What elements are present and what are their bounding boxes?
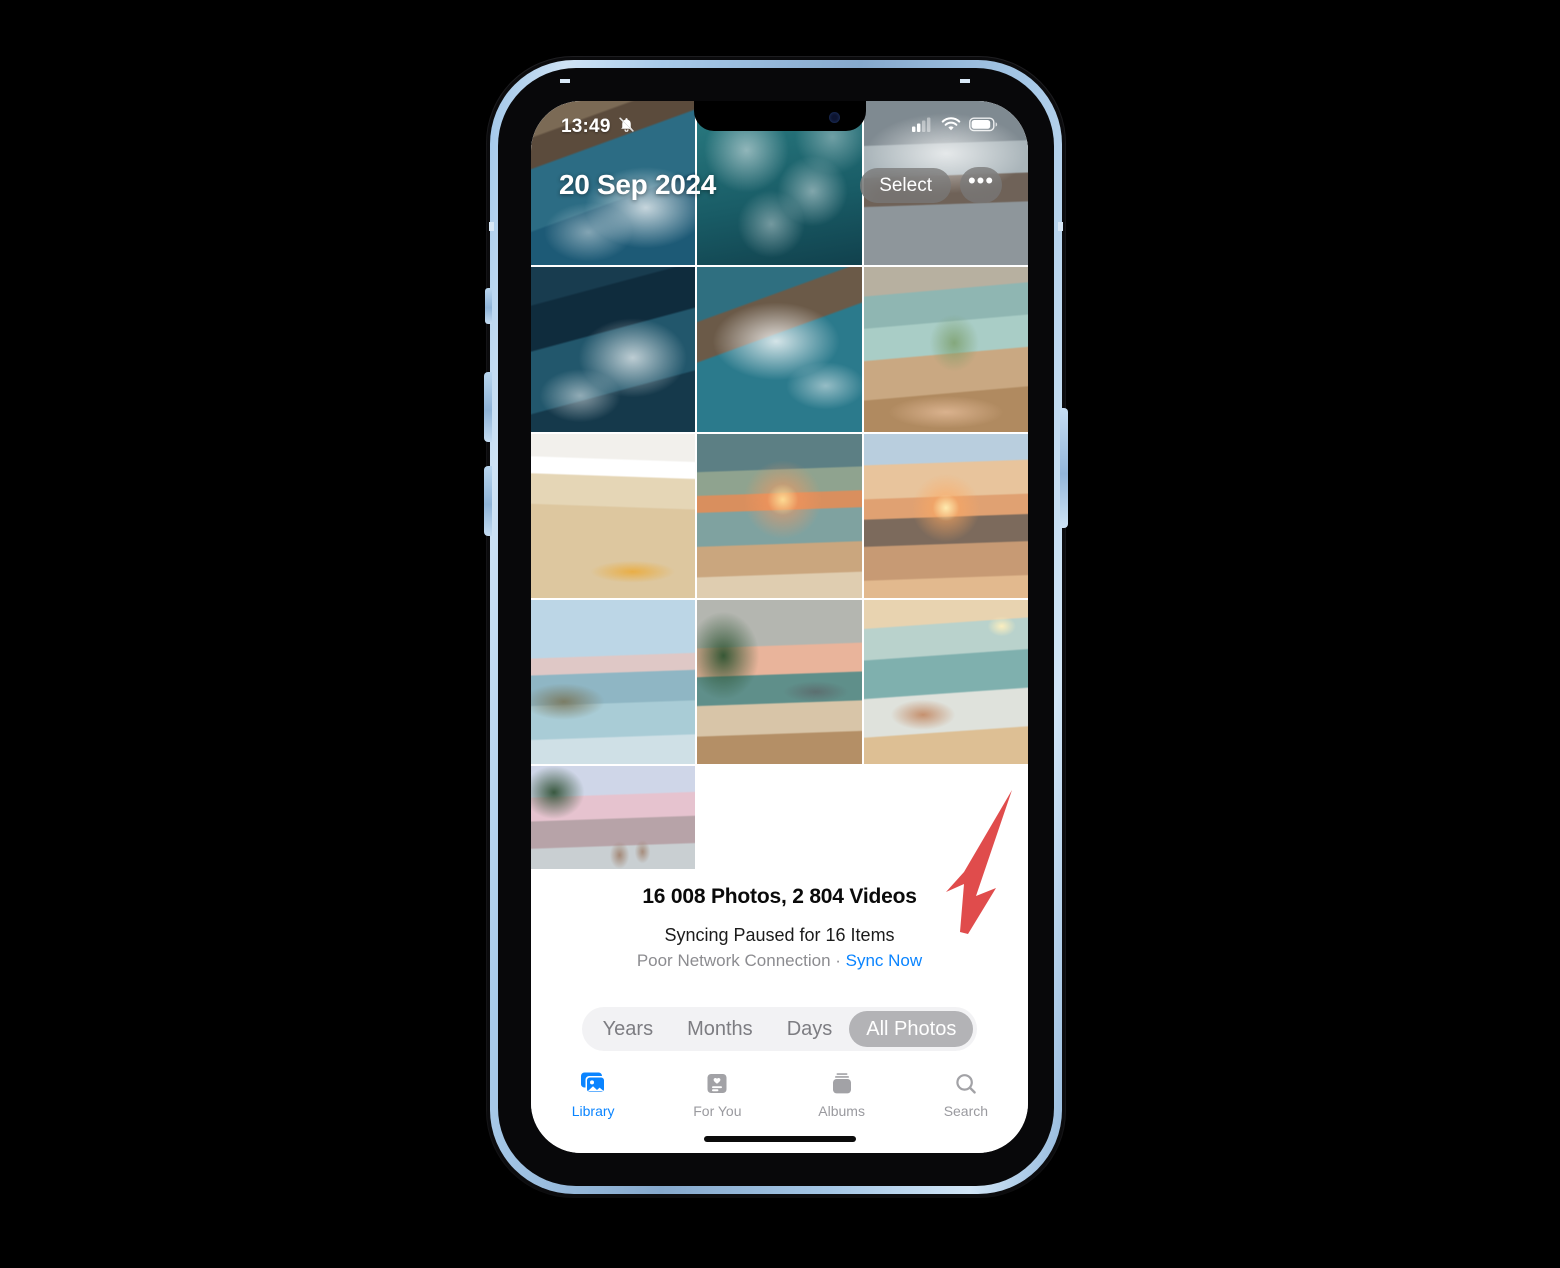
photo-grid <box>531 101 1028 869</box>
photo-thumbnail-image <box>531 599 696 765</box>
photo-thumbnail[interactable] <box>697 433 862 598</box>
photo-stack-icon <box>578 1071 608 1097</box>
photo-thumbnail[interactable] <box>531 599 696 765</box>
volume-up-button[interactable] <box>484 372 492 442</box>
photo-thumbnail[interactable] <box>863 267 1028 432</box>
tab-albums[interactable]: Albums <box>780 1071 904 1119</box>
segment-all-photos[interactable]: All Photos <box>849 1011 974 1047</box>
sync-detail-row: Poor Network Connection · Sync Now <box>531 951 1028 971</box>
tab-for-you-label: For You <box>693 1103 742 1119</box>
antenna-band <box>489 222 494 231</box>
antenna-band <box>560 79 570 83</box>
tab-for-you[interactable]: For You <box>655 1071 779 1119</box>
photo-thumbnail-image <box>531 267 696 432</box>
for-you-card-icon <box>704 1071 730 1097</box>
header-actions: Select ••• <box>860 167 1002 203</box>
photo-thumbnail-image <box>863 433 1028 598</box>
photo-thumbnail[interactable] <box>531 267 696 432</box>
antenna-band <box>1058 222 1063 231</box>
tab-search[interactable]: Search <box>904 1071 1028 1119</box>
photo-thumbnail-image <box>697 267 862 432</box>
volume-down-button[interactable] <box>484 466 492 536</box>
screenshot-canvas: 13:49 20 Sep 2024 Select ••• 16 008 Phot… <box>0 0 1560 1268</box>
tab-albums-label: Albums <box>818 1103 865 1119</box>
photo-thumbnail[interactable] <box>697 267 862 432</box>
front-camera-icon <box>828 112 840 123</box>
search-icon <box>953 1071 979 1097</box>
photo-thumbnail[interactable] <box>531 766 696 869</box>
photo-thumbnail-image <box>531 433 696 598</box>
photo-thumbnail[interactable] <box>697 599 862 765</box>
tab-search-label: Search <box>943 1103 989 1119</box>
photo-thumbnail-image <box>863 599 1028 765</box>
home-indicator[interactable] <box>703 1136 856 1142</box>
photo-thumbnail[interactable] <box>531 433 696 598</box>
date-label: 20 Sep 2024 <box>559 169 717 200</box>
segment-months[interactable]: Months <box>670 1011 770 1047</box>
mute-switch[interactable] <box>485 288 492 324</box>
tab-library[interactable]: Library <box>531 1071 655 1119</box>
tab-library-label: Library <box>571 1103 615 1119</box>
device-notch <box>693 101 866 131</box>
segment-years[interactable]: Years <box>586 1011 670 1047</box>
library-header: 20 Sep 2024 Select ••• <box>531 157 1028 213</box>
select-button[interactable]: Select <box>860 167 951 203</box>
antenna-band <box>960 79 970 83</box>
timeline-scope-control: Years Months Days All Photos <box>531 1007 1028 1051</box>
photo-thumbnail-image <box>531 766 696 869</box>
photo-thumbnail-image <box>697 433 862 598</box>
sync-state-label: Syncing Paused for 16 Items <box>664 925 895 945</box>
photo-thumbnail[interactable] <box>863 599 1028 765</box>
ellipsis-icon[interactable]: ••• <box>960 167 1002 203</box>
power-button[interactable] <box>1060 408 1068 528</box>
segment-days[interactable]: Days <box>770 1011 850 1047</box>
sync-reason-label: Poor Network Connection <box>636 951 831 970</box>
sync-separator: · <box>830 951 846 970</box>
phone-screen: 13:49 20 Sep 2024 Select ••• 16 008 Phot… <box>531 101 1028 1153</box>
sync-now-link[interactable]: Sync Now <box>846 951 923 970</box>
photo-thumbnail-image <box>863 267 1028 432</box>
photo-thumbnail[interactable] <box>863 433 1028 598</box>
photo-thumbnail-image <box>697 599 862 765</box>
library-counts: 16 008 Photos, 2 804 Videos <box>642 885 917 908</box>
albums-stack-icon <box>829 1071 855 1097</box>
library-status-block: 16 008 Photos, 2 804 Videos Syncing Paus… <box>531 869 1028 971</box>
